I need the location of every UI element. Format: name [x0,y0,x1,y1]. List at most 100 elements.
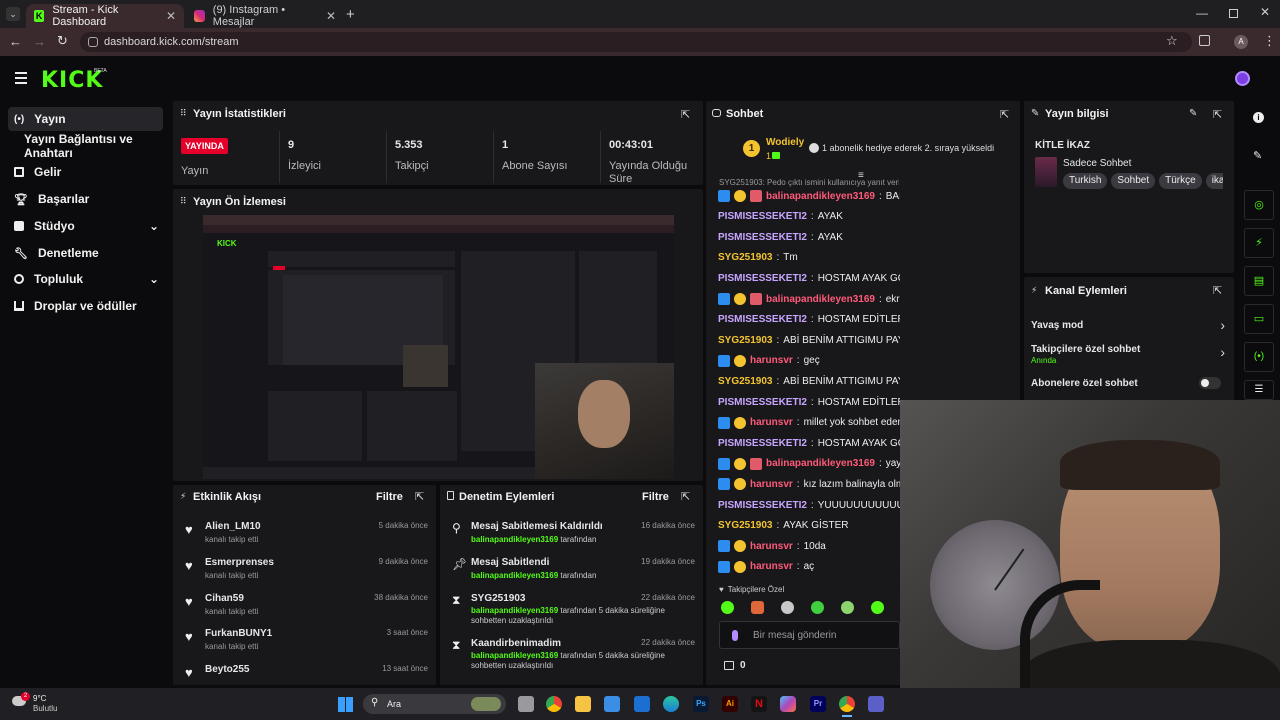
chat-username[interactable]: balinapandikleyen3169 [766,458,875,469]
site-info-icon[interactable] [88,37,98,47]
microphone-icon[interactable] [732,630,738,641]
chat-username[interactable]: harunsvr [750,541,793,552]
windows-start-icon[interactable] [338,697,353,712]
popout-icon[interactable]: ⇱ [1213,108,1222,121]
premiere-icon[interactable]: Pr [810,696,826,712]
chat-username[interactable]: PISMISESSEKETI2 [718,438,807,449]
outlook-icon[interactable] [634,696,650,712]
rail-button-chat[interactable]: ▭ [1244,304,1274,334]
tab-kick-dashboard[interactable]: K Stream - Kick Dashboard ✕ [26,4,184,28]
back-arrow-icon[interactable]: ← [9,34,22,49]
chat-username[interactable]: PISMISESSEKETI2 [718,397,807,408]
chrome-active-icon[interactable] [839,696,855,712]
emote-icon[interactable] [811,601,824,614]
points-icon[interactable] [724,661,734,670]
address-bar[interactable]: dashboard.kick.com/stream [80,32,1192,52]
sidebar-item-studio[interactable]: Stüdyo ⌄ [8,214,163,238]
store-icon[interactable] [604,696,620,712]
popout-icon[interactable]: ⇱ [1213,284,1222,297]
popout-icon[interactable]: ⇱ [681,490,690,503]
hamburger-menu-icon[interactable] [15,72,27,84]
chat-username[interactable]: PISMISESSEKETI2 [718,232,807,243]
chat-username[interactable]: PISMISESSEKETI2 [718,211,807,222]
pencil-icon[interactable]: ✎ [1253,149,1262,162]
tag-chip[interactable]: ika [1205,173,1223,189]
stats-drag-icon[interactable]: ⠿ [180,108,187,119]
extensions-icon[interactable] [1199,35,1210,46]
user-avatar[interactable] [1235,71,1250,86]
netflix-icon[interactable]: N [751,696,767,712]
tag-chip[interactable]: Turkish [1063,173,1108,189]
chat-username[interactable]: PISMISESSEKETI2 [718,500,807,511]
chat-username[interactable]: SYG251903 [718,335,773,346]
chrome-icon[interactable] [546,696,562,712]
new-tab-button[interactable]: + [346,6,355,23]
rail-button-list[interactable]: ▤ [1244,266,1274,296]
copilot-icon[interactable] [780,696,796,712]
browser-menu-icon[interactable]: ⋮ [1263,33,1276,49]
sidebar-item-community[interactable]: Topluluk ⌄ [8,267,163,291]
info-circle-icon[interactable]: i [1253,112,1264,123]
followers-only-row[interactable]: Takipçilere özel sohbet Anında › [1031,343,1227,365]
tag-chip[interactable]: Sohbet [1111,173,1156,189]
sidebar-item-revenue[interactable]: Gelir [8,160,163,184]
chat-username[interactable]: SYG251903 [718,252,773,263]
popout-icon[interactable]: ⇱ [415,490,424,503]
tab-list-button[interactable]: ⌄ [6,7,20,21]
chat-username[interactable]: balinapandikleyen3169 [766,294,875,305]
sidebar-item-achievements[interactable]: 🏆︎ Başarılar [8,187,163,211]
sidebar-item-moderation[interactable]: 🔧︎ Denetleme [8,241,163,265]
close-window-icon[interactable]: ✕ [1260,5,1270,19]
stats-drag-icon[interactable]: ⠿ [180,196,187,207]
reload-icon[interactable]: ↻ [57,33,68,49]
chat-username[interactable]: PISMISESSEKETI2 [718,314,807,325]
chat-username[interactable]: harunsvr [750,355,793,366]
top-gifter-name[interactable]: Wodiely [766,137,804,148]
popout-icon[interactable]: ⇱ [1000,108,1009,121]
forward-arrow-icon[interactable]: → [33,34,46,49]
edge-icon[interactable] [663,696,679,712]
photoshop-icon[interactable]: Ps [693,696,709,712]
task-view-icon[interactable] [518,696,534,712]
minimize-window-icon[interactable]: — [1196,6,1208,20]
rail-button-layout[interactable]: ☰ [1244,380,1274,400]
sidebar-item-stream-key[interactable]: Yayın Bağlantısı ve Anahtarı [18,132,173,160]
profile-avatar[interactable]: A [1234,35,1248,49]
emote-icon[interactable] [721,601,734,614]
rail-button-target[interactable]: ◎ [1244,190,1274,220]
taskbar-search[interactable]: ⚲ Ara [363,694,506,714]
weather-widget[interactable]: 2 9°C Bulutlu [10,692,70,716]
close-tab-icon[interactable]: ✕ [326,9,336,23]
bookmark-star-icon[interactable]: ☆ [1166,33,1178,49]
chat-username[interactable]: SYG251903 [718,376,773,387]
moderation-filter-button[interactable]: Filtre [642,491,669,503]
edit-pencil-icon[interactable]: ✎ [1189,108,1197,119]
chat-username[interactable]: harunsvr [750,479,793,490]
restore-window-icon[interactable] [1229,9,1238,18]
tab-instagram[interactable]: (9) Instagram • Mesajlar ✕ [186,4,344,28]
emote-icon[interactable] [841,601,854,614]
emote-icon[interactable] [781,601,794,614]
chat-username[interactable]: balinapandikleyen3169 [766,191,875,202]
chat-username[interactable]: SYG251903 [718,520,773,531]
stream-preview-video[interactable]: KICK [203,215,674,479]
file-explorer-icon[interactable] [575,696,591,712]
chat-username[interactable]: PISMISESSEKETI2 [718,273,807,284]
teams-icon[interactable] [868,696,884,712]
sidebar-item-drops[interactable]: Droplar ve ödüller [8,294,163,318]
emote-icon[interactable] [751,601,764,614]
subscribers-only-toggle[interactable] [1199,377,1221,389]
emote-icon[interactable] [871,601,884,614]
popout-icon[interactable]: ⇱ [681,108,690,121]
chat-input[interactable]: Bir mesaj gönderin [719,621,900,649]
chat-username[interactable]: harunsvr [750,561,793,572]
category-name[interactable]: Sadece Sohbet [1063,158,1131,169]
rail-button-lightning[interactable]: ⚡︎ [1244,228,1274,258]
chat-username[interactable]: harunsvr [750,417,793,428]
rail-button-broadcast[interactable]: (•) [1244,342,1274,372]
illustrator-icon[interactable]: Ai [722,696,738,712]
activity-filter-button[interactable]: Filtre [376,491,403,503]
sidebar-item-stream[interactable]: (•) Yayın [8,107,163,131]
close-tab-icon[interactable]: ✕ [166,9,176,23]
tag-chip[interactable]: Türkçe [1159,173,1202,189]
